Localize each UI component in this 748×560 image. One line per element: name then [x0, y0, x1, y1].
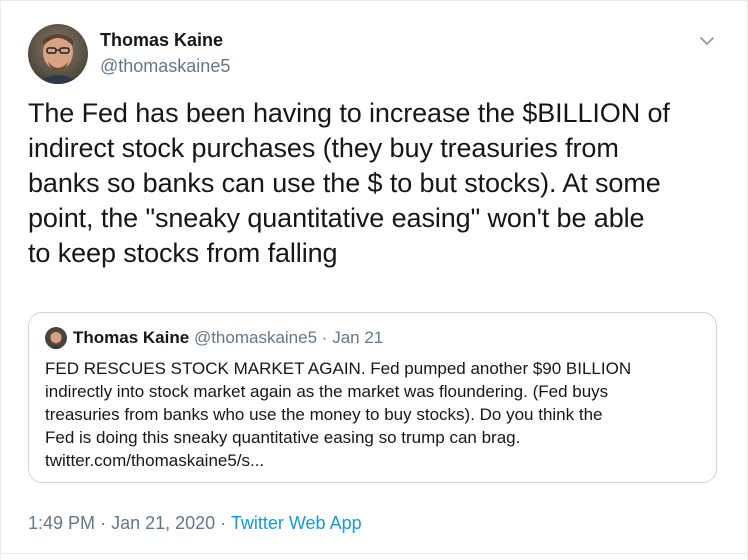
quoted-line: treasuries from banks who use the money … [45, 405, 603, 424]
chevron-down-icon[interactable] [697, 31, 717, 51]
quoted-author-name: Thomas Kaine [73, 328, 190, 347]
tweet-line: The Fed has been having to increase the … [28, 98, 670, 128]
tweet-date[interactable]: Jan 21, 2020 [111, 513, 215, 533]
quoted-link: twitter.com/thomaskaine5/s... [45, 451, 265, 470]
tweet-line: indirect stock purchases (they buy treas… [28, 133, 619, 163]
tweet-source-link[interactable]: Twitter Web App [231, 513, 362, 533]
quoted-header: Thomas Kaine @thomaskaine5 · Jan 21 [73, 327, 383, 349]
tweet-text: The Fed has been having to increase the … [28, 96, 728, 271]
quoted-line: FED RESCUES STOCK MARKET AGAIN. Fed pump… [45, 359, 632, 378]
quoted-tweet[interactable]: Thomas Kaine @thomaskaine5 · Jan 21 FED … [28, 312, 717, 483]
tweet-line: to keep stocks from falling [28, 238, 338, 268]
quoted-text: FED RESCUES STOCK MARKET AGAIN. Fed pump… [45, 357, 710, 472]
tweet-meta: 1:49 PM · Jan 21, 2020 · Twitter Web App [28, 513, 362, 534]
divider [0, 553, 748, 554]
tweet-time[interactable]: 1:49 PM [28, 513, 95, 533]
author-avatar[interactable] [28, 24, 88, 84]
quoted-author-handle: @thomaskaine5 [193, 328, 318, 347]
quoted-line: indirectly into stock market again as th… [45, 382, 609, 401]
tweet-line: point, the "sneaky quantitative easing" … [28, 203, 645, 233]
author-name[interactable]: Thomas Kaine [100, 30, 223, 51]
meta-separator: · [100, 513, 107, 533]
quoted-date: Jan 21 [332, 328, 384, 347]
author-handle[interactable]: @thomaskaine5 [100, 56, 230, 77]
quoted-line: Fed is doing this sneaky quantitative ea… [45, 428, 521, 447]
quoted-separator: · [321, 328, 328, 347]
meta-separator: · [220, 513, 227, 533]
quoted-author-avatar [45, 327, 67, 349]
tweet-line: banks so banks can use the $ to but stoc… [28, 168, 661, 198]
